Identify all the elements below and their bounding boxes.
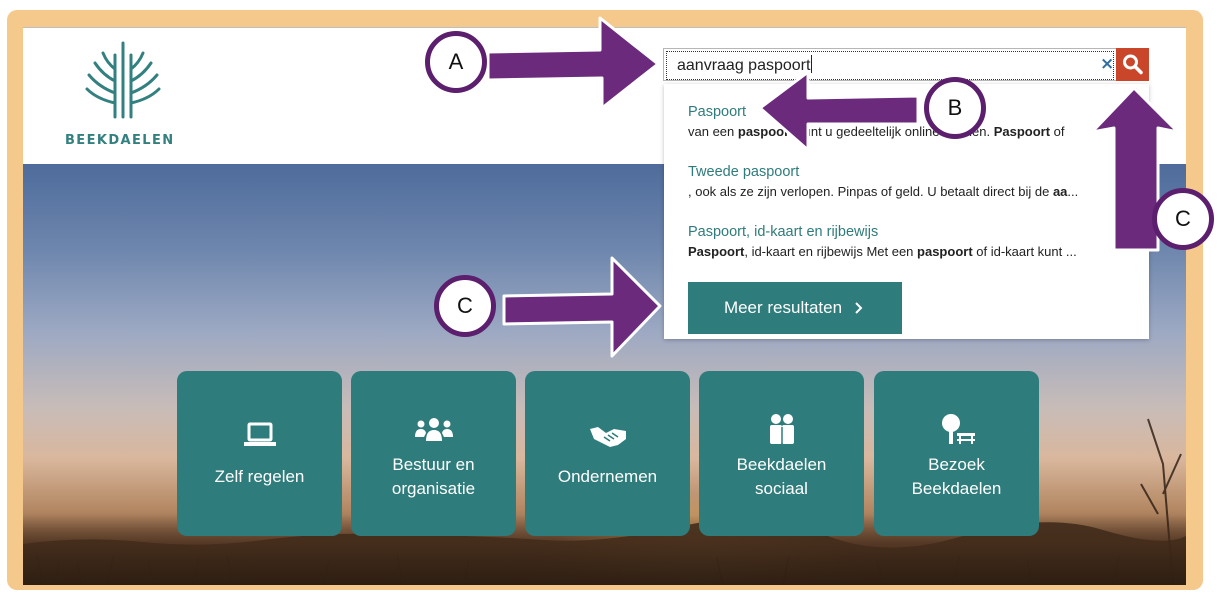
search-button[interactable] [1116, 48, 1149, 81]
tile-bezoek-beekdaelen[interactable]: Bezoek Beekdaelen [874, 371, 1039, 536]
search-icon [1123, 54, 1143, 75]
tree-bench-icon [941, 414, 975, 444]
tile-label-line1: Bezoek [928, 455, 985, 474]
tree-logo-icon [85, 41, 161, 119]
tile-label-line2: Beekdaelen [911, 479, 1002, 498]
search-result-title[interactable]: Tweede paspoort [688, 164, 1128, 180]
search-input-value: aanvraag paspoort [677, 57, 811, 74]
annotation-label-b: B [924, 77, 986, 139]
laptop-icon [243, 422, 276, 446]
more-results-label: Meer resultaten [723, 298, 843, 317]
snippet-text: van een [688, 124, 738, 139]
family-icon [769, 414, 794, 444]
snippet-text: ... [1067, 184, 1079, 199]
snippet-highlight: Paspoort [993, 124, 1051, 139]
search-result-snippet: Paspoort, id-kaart en rijbewijs Met een … [688, 244, 1128, 259]
snippet-text: of id-kaart kunt ... [972, 244, 1077, 259]
more-results-button[interactable]: Meer resultaten [688, 282, 902, 334]
snippet-highlight: aa [1052, 184, 1068, 199]
tile-label: Zelf regelen [214, 467, 305, 486]
search-result-item[interactable]: Tweede paspoort , ook als ze zijn verlop… [688, 164, 1128, 199]
search-result-item[interactable]: Paspoort, id-kaart en rijbewijs Paspoort… [688, 224, 1128, 259]
website-page: BEEKDAELEN aanvraag paspoort × Paspoort … [23, 27, 1186, 585]
snippet-highlight: paspoort [737, 124, 794, 139]
chevron-right-icon [855, 302, 863, 314]
search-bar: aanvraag paspoort × [663, 48, 1149, 81]
tile-label-line2: sociaal [755, 479, 808, 498]
tile-label-line1: Beekdaelen [736, 455, 827, 474]
snippet-highlight: paspoort [917, 244, 973, 259]
handshake-icon [589, 427, 626, 447]
brand-logo[interactable]: BEEKDAELEN [61, 41, 186, 151]
search-result-snippet: , ook als ze zijn verlopen. Pinpas of ge… [688, 184, 1128, 199]
search-result-title[interactable]: Paspoort, id-kaart en rijbewijs [688, 224, 1128, 240]
annotation-label-a: A [425, 31, 487, 93]
snippet-text: , id-kaart en rijbewijs Met een [744, 244, 918, 259]
search-result-item[interactable]: Paspoort van een paspoort kunt u gedeelt… [688, 104, 1128, 139]
header-top-border [23, 27, 1186, 28]
tile-label-line2: organisatie [391, 479, 476, 498]
snippet-text: , ook als ze zijn verlopen. Pinpas of ge… [688, 184, 1053, 199]
snippet-text: of [1050, 124, 1065, 139]
search-suggestions-dropdown: Paspoort van een paspoort kunt u gedeelt… [664, 84, 1149, 339]
people-group-icon [414, 418, 453, 441]
search-input[interactable]: aanvraag paspoort × [663, 48, 1116, 81]
annotation-label-c-right: C [1152, 188, 1214, 250]
tile-bestuur-en-organisatie[interactable]: Bestuur en organisatie [351, 371, 516, 536]
tile-ondernemen[interactable]: Ondernemen [525, 371, 690, 536]
tile-zelf-regelen[interactable]: Zelf regelen [177, 371, 342, 536]
search-result-snippet: van een paspoort kunt u gedeeltelijk onl… [688, 124, 1128, 139]
text-caret [811, 55, 813, 73]
search-result-title[interactable]: Paspoort [688, 104, 1128, 120]
snippet-highlight: Paspoort [688, 244, 745, 259]
annotation-label-c-left: C [434, 275, 496, 337]
brand-name: BEEKDAELEN [65, 133, 175, 148]
close-icon[interactable]: × [1100, 54, 1114, 74]
tile-label: Ondernemen [557, 467, 658, 486]
tile-label-line1: Bestuur en [392, 455, 475, 474]
tile-beekdaelen-sociaal[interactable]: Beekdaelen sociaal [699, 371, 864, 536]
